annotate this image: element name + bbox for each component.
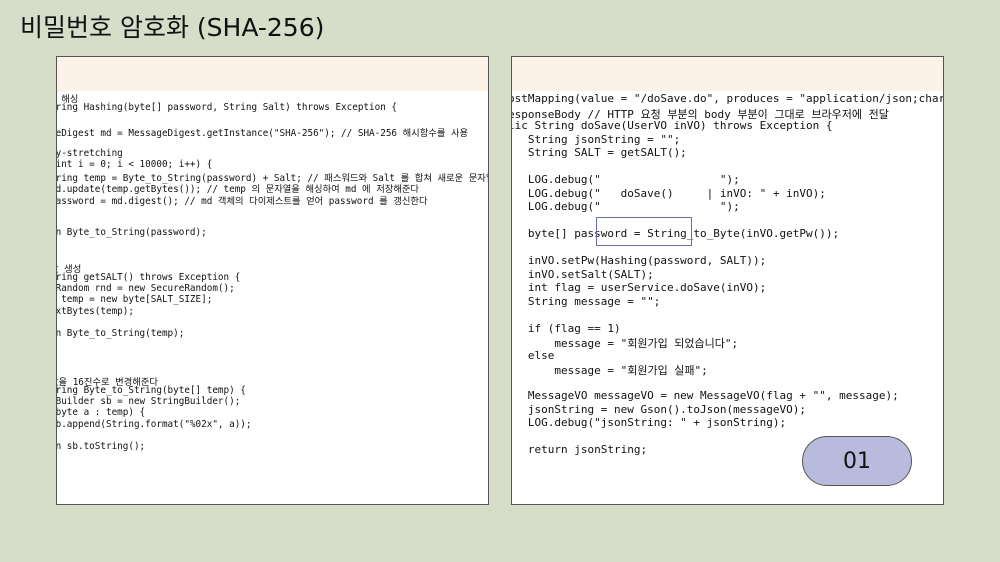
code-line: rn Byte_to_String(temp); xyxy=(57,328,185,340)
code-line: geDigest md = MessageDigest.getInstance(… xyxy=(57,127,469,139)
code-line: else xyxy=(512,348,555,362)
code-line: jsonString = new Gson().toJson(messageVO… xyxy=(512,402,807,416)
code-line: tring Byte_to_String(byte[] temp) { xyxy=(57,384,246,396)
code-line: LOG.debug("jsonString: " + jsonString); xyxy=(512,416,787,429)
code-line: tring getSALT() throws Exception { xyxy=(57,271,241,283)
code-line: tring Hashing(byte[] password, String Sa… xyxy=(57,102,398,114)
code-line: LOG.debug(" "); xyxy=(512,173,740,186)
code-line: String message = ""; xyxy=(512,294,661,308)
code-line: inVO.setPw(Hashing(password, SALT)); xyxy=(512,254,767,267)
code-line: ostMapping(value = "/doSave.do", produce… xyxy=(512,92,943,105)
code-line: gBuilder sb = new StringBuilder(); xyxy=(57,396,241,408)
code-line: lic String doSave(UserVO inVO) throws Ex… xyxy=(512,119,833,132)
code-line: ] temp = new byte[SALT_SIZE]; xyxy=(57,294,213,306)
code-line: MessageVO messageVO = new MessageVO(flag… xyxy=(512,389,899,402)
code-area-hashing: 해싱 tring Hashing(byte[] password, String… xyxy=(57,91,488,504)
code-line: LOG.debug(" "); xyxy=(512,200,740,213)
code-line: message = "회원가입 실패"; xyxy=(512,364,708,377)
code-line: eRandom rnd = new SecureRandom(); xyxy=(57,283,235,295)
code-screenshot-hashing: 해싱 tring Hashing(byte[] password, String… xyxy=(56,56,489,505)
code-line: LOG.debug(" doSave() | inVO: " + inVO); xyxy=(512,186,826,200)
step-number-badge: 01 xyxy=(802,436,912,486)
code-line: ey-stretching xyxy=(57,147,123,159)
code-line: if (flag == 1) xyxy=(512,321,621,335)
code-line: sb.append(String.format("%02x", a)); xyxy=(57,418,252,430)
slide-title: 비밀번호 암호화 (SHA-256) xyxy=(20,13,325,42)
code-line: extBytes(temp); xyxy=(57,305,134,317)
code-line: rn Byte_to_String(password); xyxy=(57,226,207,238)
code-line: (byte a : temp) { xyxy=(57,407,146,419)
code-line: String SALT = getSALT(); xyxy=(512,146,687,159)
code-line: inVO.setSalt(SALT); xyxy=(512,267,654,281)
code-line: password = md.digest(); // md 객체의 다이제스트를… xyxy=(57,195,428,207)
debug-box-outline xyxy=(596,217,692,246)
code-line: rn sb.toString(); xyxy=(57,441,146,453)
code-line: (int i = 0; i < 10000; i++) { xyxy=(57,158,213,170)
code-line: String jsonString = ""; xyxy=(512,132,681,146)
code-line: int flag = userService.doSave(inVO); xyxy=(512,281,767,294)
code-line: return jsonString; xyxy=(512,443,648,456)
